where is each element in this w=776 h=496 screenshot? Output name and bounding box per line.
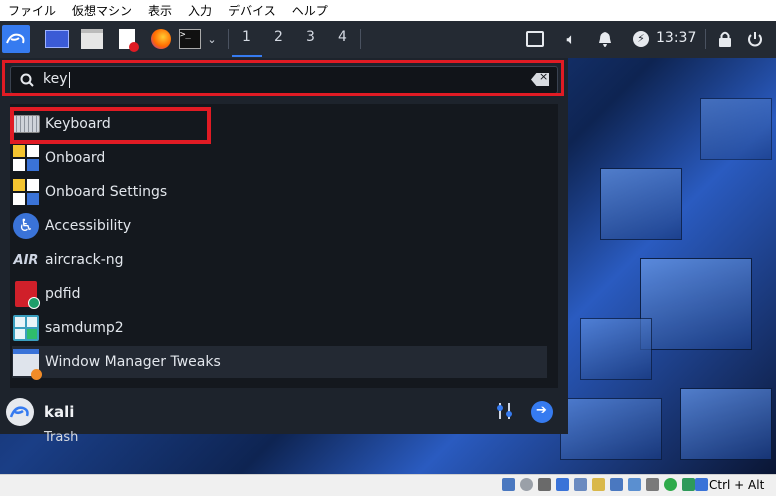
terminal-dropdown[interactable]: ⌄	[204, 25, 220, 53]
search-highlight-box	[2, 60, 564, 96]
file-manager-button[interactable]	[79, 25, 105, 53]
active-workspace-indicator	[232, 55, 262, 57]
pdf-icon	[12, 280, 40, 309]
notifications-button[interactable]	[594, 25, 616, 53]
lock-screen-button[interactable]	[714, 25, 736, 53]
kali-dragon-icon	[6, 33, 25, 44]
workspace-3[interactable]: 3	[306, 29, 315, 45]
user-avatar	[6, 398, 34, 426]
panel-separator-2	[360, 29, 361, 49]
show-desktop-button[interactable]	[44, 25, 70, 53]
keyboard-highlight-box	[10, 107, 211, 144]
host-status-bar: Ctrl + Alt	[0, 474, 776, 496]
host-menu-input[interactable]: 入力	[188, 2, 212, 19]
recording-icon	[628, 478, 641, 491]
host-menu-devices[interactable]: デバイス	[228, 2, 276, 19]
workspace-1[interactable]: 1	[242, 29, 251, 45]
onboard-icon	[12, 144, 40, 172]
firefox-button[interactable]	[148, 25, 174, 53]
username: kali	[44, 403, 75, 421]
panel-separator	[228, 29, 229, 49]
text-editor-button[interactable]	[114, 25, 140, 53]
text-editor-icon	[119, 29, 139, 52]
lock-icon	[719, 31, 731, 47]
network-adapter-icon	[556, 478, 569, 491]
aircrack-icon: AIR	[13, 252, 39, 268]
shared-folder-icon	[592, 478, 605, 491]
volume-button[interactable]: 🔈︎	[560, 25, 582, 53]
power-manager-button[interactable]: ⚡︎	[630, 25, 652, 53]
vm-status-icon	[664, 478, 677, 491]
host-menu-bar: ファイル 仮想マシン 表示 入力 デバイス ヘルプ	[0, 0, 776, 21]
onboard-settings-icon	[12, 178, 40, 206]
settings-manager-button[interactable]	[494, 400, 516, 422]
disk-icon	[502, 478, 515, 491]
chevron-down-icon: ⌄	[207, 32, 217, 46]
host-menu-help[interactable]: ヘルプ	[292, 2, 328, 19]
host-menu-view[interactable]: 表示	[148, 2, 172, 19]
result-item-aircrack-ng[interactable]: AIR aircrack-ng	[12, 244, 547, 276]
host-key-label: Ctrl + Alt	[709, 478, 765, 492]
kali-dragon-icon	[9, 406, 29, 418]
workspace-2[interactable]: 2	[274, 29, 283, 45]
samdump-icon	[12, 314, 40, 342]
terminal-button[interactable]: >_	[178, 25, 202, 53]
bell-icon	[599, 32, 611, 47]
host-menu-machine[interactable]: 仮想マシン	[72, 2, 132, 19]
wm-tweaks-icon	[12, 348, 42, 380]
kali-menu-button[interactable]	[2, 25, 30, 53]
result-label: Accessibility	[45, 218, 132, 234]
audio-icon	[538, 478, 551, 491]
result-label: samdump2	[45, 320, 124, 336]
logout-button[interactable]	[744, 25, 766, 53]
power-icon: ⚡︎	[633, 31, 649, 47]
top-panel: >_ ⌄ 1 2 3 4 🔈︎ ⚡︎ 13:37	[0, 21, 776, 58]
mouse-integration-icon	[682, 478, 695, 491]
result-item-onboard-settings[interactable]: Onboard Settings	[12, 176, 547, 208]
sliders-icon	[497, 403, 512, 419]
result-label: Onboard Settings	[45, 184, 168, 200]
desktop-icon	[45, 30, 69, 48]
log-out-button[interactable]: ➔	[531, 401, 553, 423]
clock[interactable]: 13:37	[656, 30, 696, 46]
optical-drive-icon	[520, 478, 533, 491]
workspace-4[interactable]: 4	[338, 29, 347, 45]
terminal-icon: >_	[179, 29, 201, 49]
folder-icon	[81, 29, 103, 49]
power-off-icon	[748, 32, 762, 47]
result-label: aircrack-ng	[45, 252, 124, 268]
network-button[interactable]	[524, 25, 546, 53]
result-item-window-manager-tweaks[interactable]: Window Manager Tweaks	[12, 346, 547, 380]
host-key-icon	[695, 478, 708, 491]
speaker-icon: 🔈︎	[566, 30, 576, 48]
result-item-accessibility[interactable]: ♿︎ Accessibility	[12, 210, 547, 242]
result-item-onboard[interactable]: Onboard	[12, 142, 547, 174]
result-item-pdfid[interactable]: pdfid	[12, 278, 547, 310]
usb-icon	[574, 478, 587, 491]
panel-separator-3	[705, 29, 706, 49]
menu-user-bar: kali ➔	[0, 396, 568, 432]
host-menu-file[interactable]: ファイル	[8, 2, 56, 19]
result-item-samdump2[interactable]: samdump2	[12, 312, 547, 344]
result-label: pdfid	[45, 286, 81, 302]
cpu-icon	[646, 478, 659, 491]
firefox-icon	[151, 29, 171, 49]
accessibility-icon: ♿︎	[12, 212, 40, 240]
network-icon	[526, 31, 544, 47]
desktop-trash-label[interactable]: Trash	[44, 430, 78, 445]
result-label: Window Manager Tweaks	[45, 354, 221, 370]
logout-arrow-icon: ➔	[536, 403, 547, 418]
result-label: Onboard	[45, 150, 106, 166]
display-icon	[610, 478, 623, 491]
